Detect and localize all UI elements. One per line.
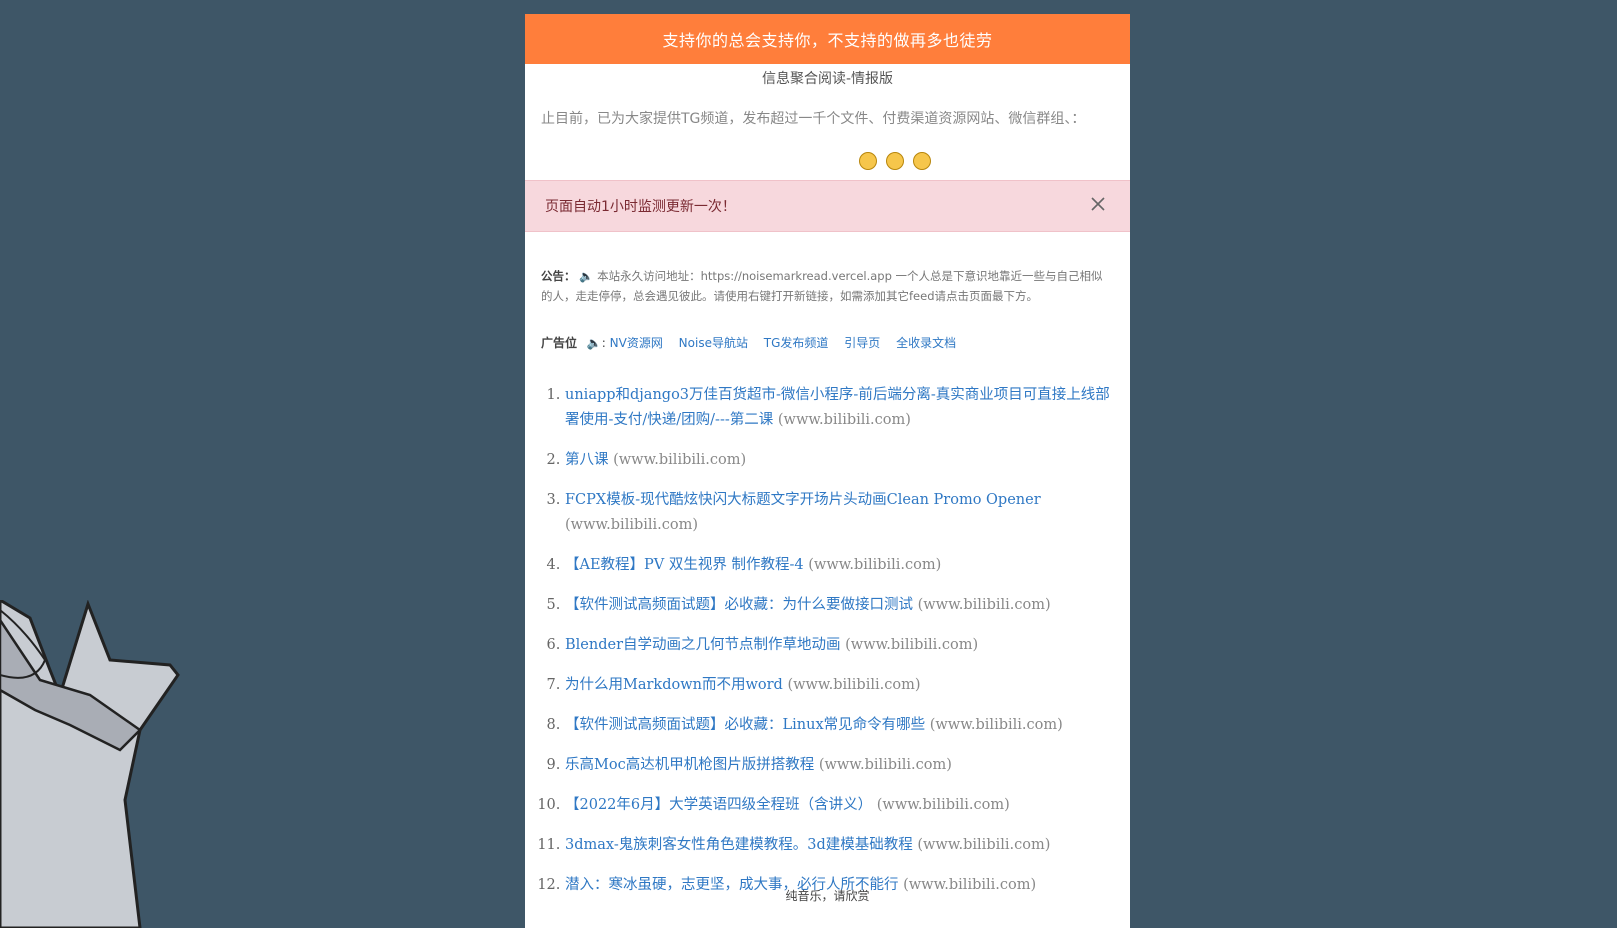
content-panel: 支持你的总会支持你，不支持的做再多也徒劳 信息聚合阅读-情报版 止目前，已为大家… xyxy=(525,14,1130,928)
article-link[interactable]: 【软件测试高频面试题】必收藏：Linux常见命令有哪些 xyxy=(565,717,925,733)
cat-illustration xyxy=(0,600,180,928)
smile-emoji-icon xyxy=(858,152,877,170)
ad-link[interactable]: NV资源网 xyxy=(610,336,663,350)
article-link[interactable]: 3dmax-鬼族刺客女性角色建模教程。3d建模基础教程 xyxy=(565,837,913,853)
list-item: 第八课 (www.bilibili.com) xyxy=(565,448,1124,473)
article-link[interactable]: 第八课 xyxy=(565,452,609,468)
announcement-label: 公告： xyxy=(541,269,576,283)
banner-text: 支持你的总会支持你，不支持的做再多也徒劳 xyxy=(662,31,993,50)
update-alert: 页面自动1小时监测更新一次！ xyxy=(525,180,1130,232)
ad-link[interactable]: TG发布频道 xyxy=(764,336,829,350)
list-item: 【软件测试高频面试题】必收藏：为什么要做接口测试 (www.bilibili.c… xyxy=(565,593,1124,618)
list-item: FCPX模板-现代酷炫快闪大标题文字开场片头动画Clean Promo Open… xyxy=(565,488,1124,538)
article-source: (www.bilibili.com) xyxy=(777,412,911,428)
list-item: 为什么用Markdown而不用word (www.bilibili.com) xyxy=(565,673,1124,698)
speaker-icon: 🔈 xyxy=(579,269,594,283)
article-source: (www.bilibili.com) xyxy=(929,717,1063,733)
article-link[interactable]: 【2022年6月】大学英语四级全程班（含讲义） xyxy=(565,797,872,813)
music-note: 纯音乐，请欣赏 xyxy=(785,889,870,903)
speaker-icon: 🔈: xyxy=(586,336,606,350)
ad-link[interactable]: Noise导航站 xyxy=(679,336,748,350)
ad-link[interactable]: 全收录文档 xyxy=(896,336,956,350)
article-link[interactable]: Blender自学动画之几何节点制作草地动画 xyxy=(565,637,841,653)
emoji-row xyxy=(525,146,1130,174)
list-item: 【软件测试高频面试题】必收藏：Linux常见命令有哪些 (www.bilibil… xyxy=(565,713,1124,738)
list-item: 乐高Moc高达机甲机枪图片版拼搭教程 (www.bilibili.com) xyxy=(565,753,1124,778)
article-source: (www.bilibili.com) xyxy=(808,557,942,573)
close-icon[interactable] xyxy=(1088,194,1108,214)
list-item: uniapp和django3万佳百货超市-微信小程序-前后端分离-真实商业项目可… xyxy=(565,383,1124,433)
header-banner: 支持你的总会支持你，不支持的做再多也徒劳 xyxy=(525,14,1130,64)
article-source: (www.bilibili.com) xyxy=(787,677,921,693)
article-source: (www.bilibili.com) xyxy=(876,797,1010,813)
article-source: (www.bilibili.com) xyxy=(613,452,747,468)
scrolling-marquee: 止目前，已为大家提供TG频道，发布超过一千个文件、付费渠道资源网站、微信群组、： xyxy=(541,111,1086,127)
announcement-text: 本站永久访问地址：https://noisemarkread.vercel.ap… xyxy=(541,269,1103,303)
article-link[interactable]: 为什么用Markdown而不用word xyxy=(565,677,783,693)
article-link[interactable]: 乐高Moc高达机甲机枪图片版拼搭教程 xyxy=(565,757,814,773)
article-source: (www.bilibili.com) xyxy=(565,517,699,533)
list-item: Blender自学动画之几何节点制作草地动画 (www.bilibili.com… xyxy=(565,633,1124,658)
article-source: (www.bilibili.com) xyxy=(818,757,952,773)
ad-label: 广告位 xyxy=(541,336,578,350)
article-source: (www.bilibili.com) xyxy=(917,597,1051,613)
article-link[interactable]: FCPX模板-现代酷炫快闪大标题文字开场片头动画Clean Promo Open… xyxy=(565,492,1041,508)
alert-text: 页面自动1小时监测更新一次！ xyxy=(545,199,736,215)
list-item: 3dmax-鬼族刺客女性角色建模教程。3d建模基础教程 (www.bilibil… xyxy=(565,833,1124,858)
list-item: 【2022年6月】大学英语四级全程班（含讲义） (www.bilibili.co… xyxy=(565,793,1124,818)
article-link[interactable]: 【软件测试高频面试题】必收藏：为什么要做接口测试 xyxy=(565,597,913,613)
ad-link[interactable]: 引导页 xyxy=(844,336,880,350)
article-source: (www.bilibili.com) xyxy=(917,837,1051,853)
smile-emoji-icon xyxy=(886,152,904,170)
article-source: (www.bilibili.com) xyxy=(845,637,979,653)
article-link[interactable]: 【AE教程】PV 双生视界 制作教程-4 xyxy=(565,557,804,573)
page-subtitle: 信息聚合阅读-情报版 xyxy=(761,71,894,87)
smile-emoji-icon xyxy=(913,152,932,170)
ad-links: 广告位 🔈: NV资源网 Noise导航站 TG发布频道 引导页 全收录文档 xyxy=(541,334,1114,351)
article-list: uniapp和django3万佳百货超市-微信小程序-前后端分离-真实商业项目可… xyxy=(525,383,1130,898)
announcement: 公告： 🔈 本站永久访问地址：https://noisemarkread.ver… xyxy=(541,266,1114,306)
list-item: 【AE教程】PV 双生视界 制作教程-4 (www.bilibili.com) xyxy=(565,553,1124,578)
